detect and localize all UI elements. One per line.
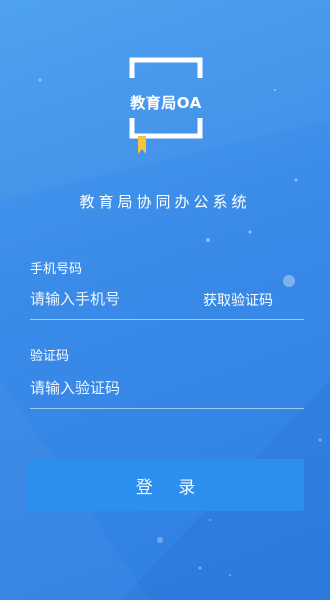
logo-title: 教育局OA — [130, 94, 202, 112]
app-logo: 教育局OA — [128, 56, 204, 156]
code-label: 验证码 — [30, 349, 70, 364]
code-input[interactable] — [30, 368, 304, 409]
get-code-button[interactable]: 获取验证码 — [203, 290, 273, 310]
login-button[interactable]: 登 录 — [27, 459, 304, 511]
phone-label: 手机号码 — [30, 262, 83, 277]
app-subtitle: 教育局协同办公系统 — [79, 193, 251, 211]
